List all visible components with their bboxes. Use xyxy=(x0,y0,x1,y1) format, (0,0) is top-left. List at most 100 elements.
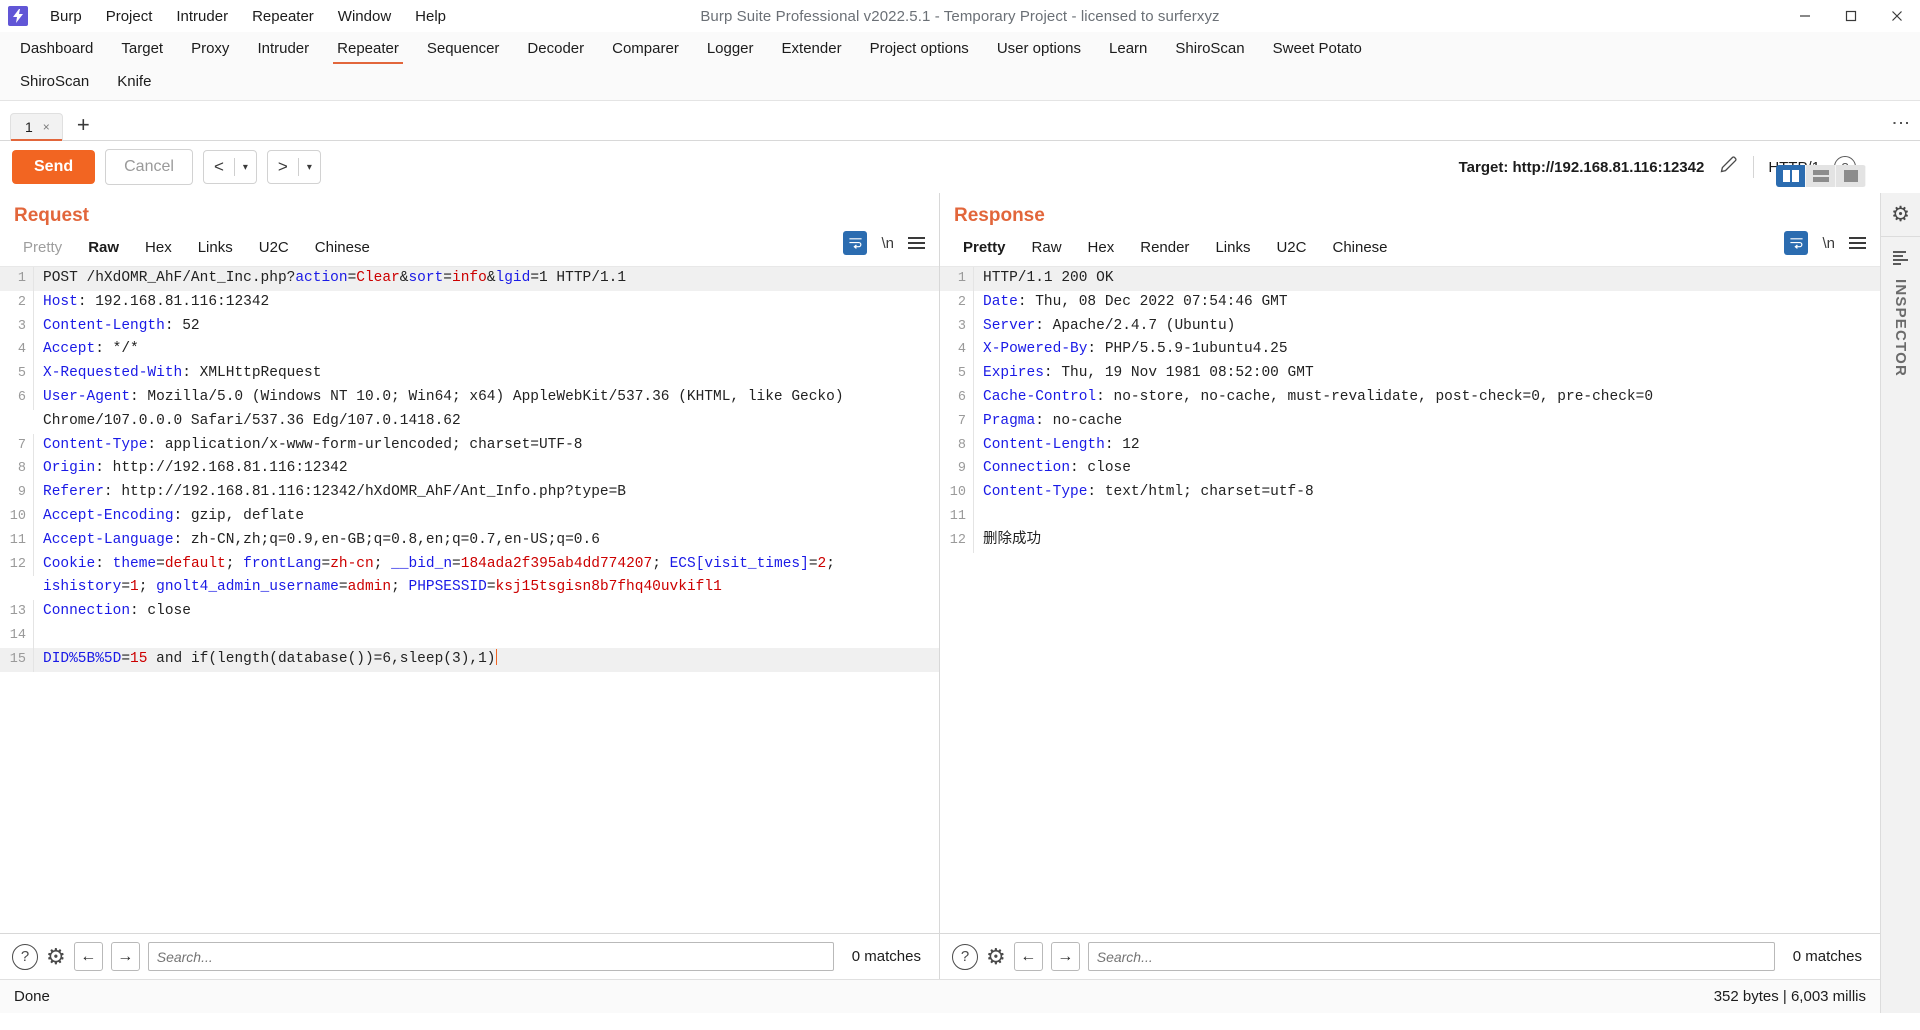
code-text[interactable]: Content-Type: application/x-www-form-url… xyxy=(34,434,939,458)
menu-item-intruder[interactable]: Intruder xyxy=(164,4,240,29)
chevron-right-icon[interactable]: > xyxy=(268,151,298,183)
response-tab-links[interactable]: Links xyxy=(1202,235,1263,266)
code-text[interactable]: Content-Length: 12 xyxy=(974,434,1880,458)
response-search-input[interactable] xyxy=(1087,942,1775,971)
code-text[interactable]: Date: Thu, 08 Dec 2022 07:54:46 GMT xyxy=(974,291,1880,315)
code-text[interactable]: Content-Length: 52 xyxy=(34,315,939,339)
tab-sweet-potato[interactable]: Sweet Potato xyxy=(1259,36,1376,61)
request-tab-raw[interactable]: Raw xyxy=(75,235,132,266)
tab-logger[interactable]: Logger xyxy=(693,36,768,61)
tab-dashboard[interactable]: Dashboard xyxy=(6,36,107,61)
pencil-icon[interactable] xyxy=(1718,154,1739,180)
menu-item-window[interactable]: Window xyxy=(326,4,403,29)
go-back-group[interactable]: < ▾ xyxy=(202,150,257,184)
newline-toggle[interactable]: \n xyxy=(881,235,894,252)
request-tab-links[interactable]: Links xyxy=(185,235,246,266)
response-tab-u2c[interactable]: U2C xyxy=(1263,235,1319,266)
response-tab-render[interactable]: Render xyxy=(1127,235,1202,266)
code-text[interactable]: Origin: http://192.168.81.116:12342 xyxy=(34,457,939,481)
arrow-left-icon[interactable]: ← xyxy=(73,942,103,971)
tab-repeater[interactable]: Repeater xyxy=(323,36,413,64)
add-tab-button[interactable]: + xyxy=(63,114,102,140)
code-text[interactable]: Referer: http://192.168.81.116:12342/hXd… xyxy=(34,481,939,505)
code-text[interactable]: X-Requested-With: XMLHttpRequest xyxy=(34,362,939,386)
code-text[interactable]: Connection: close xyxy=(974,457,1880,481)
code-text[interactable]: Content-Type: text/html; charset=utf-8 xyxy=(974,481,1880,505)
request-tab-chinese[interactable]: Chinese xyxy=(302,235,383,266)
code-text[interactable]: X-Powered-By: PHP/5.5.9-1ubuntu4.25 xyxy=(974,338,1880,362)
tab-project-options[interactable]: Project options xyxy=(856,36,983,61)
close-icon[interactable] xyxy=(1874,0,1920,32)
tab-proxy[interactable]: Proxy xyxy=(177,36,243,61)
code-text[interactable]: DID%5B%5D=15 and if(length(database())=6… xyxy=(34,648,939,672)
menu-item-help[interactable]: Help xyxy=(403,4,458,29)
response-tab-pretty[interactable]: Pretty xyxy=(950,235,1019,266)
request-tab-pretty[interactable]: Pretty xyxy=(10,235,75,266)
question-circle-icon[interactable]: ? xyxy=(12,943,38,970)
arrow-left-icon[interactable]: ← xyxy=(1013,942,1043,971)
code-text[interactable]: Host: 192.168.81.116:12342 xyxy=(34,291,939,315)
hamburger-menu-icon[interactable] xyxy=(1849,237,1866,249)
close-icon[interactable]: × xyxy=(43,120,50,134)
tab-shiroscan[interactable]: ShiroScan xyxy=(6,69,103,94)
chevron-left-icon[interactable]: < xyxy=(204,151,234,183)
tab-knife[interactable]: Knife xyxy=(103,69,165,94)
request-search-input[interactable] xyxy=(147,942,834,971)
tab-shiroscan-top[interactable]: ShiroScan xyxy=(1161,36,1258,61)
code-text[interactable]: Accept-Language: zh-CN,zh;q=0.9,en-GB;q=… xyxy=(34,529,939,553)
side-by-side-layout-icon[interactable] xyxy=(1776,165,1806,187)
arrow-right-icon[interactable]: → xyxy=(110,942,140,971)
code-text[interactable]: User-Agent: Mozilla/5.0 (Windows NT 10.0… xyxy=(34,386,939,434)
cancel-button[interactable]: Cancel xyxy=(105,149,193,185)
tab-target[interactable]: Target xyxy=(107,36,177,61)
arrow-right-icon[interactable]: → xyxy=(1050,942,1080,971)
word-wrap-icon[interactable] xyxy=(843,231,868,255)
response-tab-chinese[interactable]: Chinese xyxy=(1319,235,1400,266)
response-editor[interactable]: 1 HTTP/1.1 200 OK 2 Date: Thu, 08 Dec 2022 … xyxy=(940,266,1880,933)
tab-intruder[interactable]: Intruder xyxy=(243,36,323,61)
send-button[interactable]: Send xyxy=(12,150,96,184)
code-text[interactable]: Server: Apache/2.4.7 (Ubuntu) xyxy=(974,315,1880,339)
tab-user-options[interactable]: User options xyxy=(983,36,1095,61)
minimize-icon[interactable] xyxy=(1782,0,1828,32)
code-text[interactable]: Accept: */* xyxy=(34,338,939,362)
tab-sequencer[interactable]: Sequencer xyxy=(413,36,514,61)
tab-decoder[interactable]: Decoder xyxy=(513,36,598,61)
go-forward-group[interactable]: > ▾ xyxy=(266,150,321,184)
gear-icon[interactable]: ⚙ xyxy=(1881,193,1920,237)
request-tab-u2c[interactable]: U2C xyxy=(246,235,302,266)
code-text[interactable]: Cookie: theme=default; frontLang=zh-cn; … xyxy=(34,553,939,601)
inspector-label[interactable]: INSPECTOR xyxy=(1892,279,1909,377)
request-editor[interactable]: 1 POST /hXdOMR_AhF/Ant_Inc.php?action=Cle… xyxy=(0,266,939,933)
maximize-icon[interactable] xyxy=(1828,0,1874,32)
code-text[interactable]: Expires: Thu, 19 Nov 1981 08:52:00 GMT xyxy=(974,362,1880,386)
code-text[interactable]: Cache-Control: no-store, no-cache, must-… xyxy=(974,386,1880,410)
gear-icon[interactable]: ⚙ xyxy=(46,945,66,968)
single-pane-layout-icon[interactable] xyxy=(1836,165,1866,187)
newline-toggle[interactable]: \n xyxy=(1822,235,1835,252)
code-text[interactable]: Connection: close xyxy=(34,600,939,624)
menu-item-burp[interactable]: Burp xyxy=(38,4,94,29)
code-text[interactable]: HTTP/1.1 200 OK xyxy=(974,267,1880,291)
code-text[interactable]: POST /hXdOMR_AhF/Ant_Inc.php?action=Clea… xyxy=(34,267,939,291)
question-circle-icon[interactable]: ? xyxy=(952,943,978,970)
chevron-down-icon[interactable]: ▾ xyxy=(299,162,320,173)
menu-item-repeater[interactable]: Repeater xyxy=(240,4,326,29)
stacked-layout-icon[interactable] xyxy=(1806,165,1836,187)
code-text[interactable]: 删除成功 xyxy=(974,529,1880,553)
request-tab-hex[interactable]: Hex xyxy=(132,235,185,266)
response-tab-raw[interactable]: Raw xyxy=(1019,235,1075,266)
response-tab-hex[interactable]: Hex xyxy=(1075,235,1128,266)
tab-learn[interactable]: Learn xyxy=(1095,36,1161,61)
word-wrap-icon[interactable] xyxy=(1784,231,1809,255)
hamburger-menu-icon[interactable] xyxy=(908,237,925,249)
code-text[interactable]: Accept-Encoding: gzip, deflate xyxy=(34,505,939,529)
code-text[interactable]: Pragma: no-cache xyxy=(974,410,1880,434)
menu-item-project[interactable]: Project xyxy=(94,4,165,29)
chevron-down-icon[interactable]: ▾ xyxy=(235,162,256,173)
kebab-menu-icon[interactable]: ⋮ xyxy=(1891,114,1911,132)
tab-extender[interactable]: Extender xyxy=(768,36,856,61)
tab-comparer[interactable]: Comparer xyxy=(598,36,693,61)
gear-icon[interactable]: ⚙ xyxy=(986,945,1006,968)
repeater-tab-1[interactable]: 1 × xyxy=(10,113,63,141)
